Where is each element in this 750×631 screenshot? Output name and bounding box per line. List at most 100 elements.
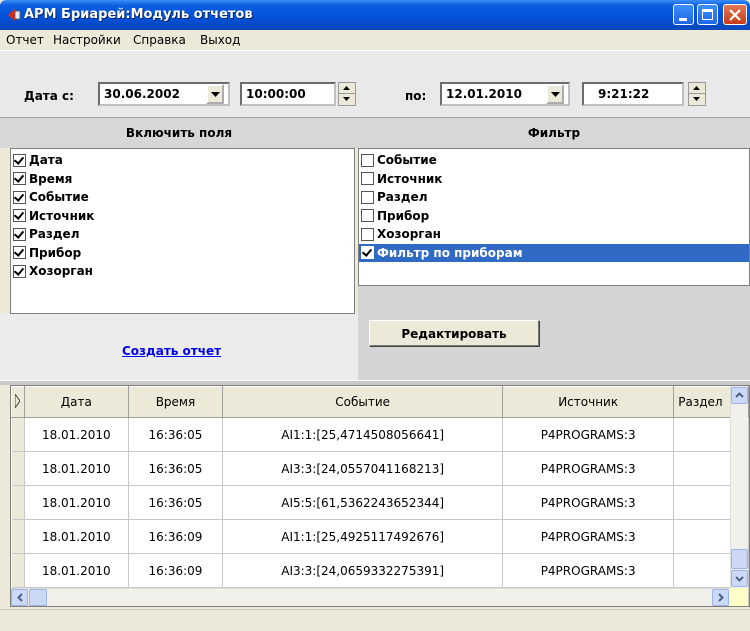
table-cell[interactable]: AI1:1:[25,4714508056641]	[222, 417, 504, 452]
table-cell[interactable]: P4PROGRAMS:3	[502, 451, 675, 486]
date-to-value: 12.01.2010	[446, 87, 522, 101]
date-from-dropdown-button[interactable]	[206, 84, 224, 104]
table-cell[interactable]: 16:36:05	[128, 451, 224, 486]
status-bar	[0, 609, 750, 631]
scroll-down-button[interactable]	[731, 570, 748, 587]
minimize-button[interactable]	[673, 4, 694, 25]
filter-item[interactable]: Событие	[359, 151, 749, 170]
fields-panel-title: Включить поля	[0, 118, 358, 148]
column-header-event[interactable]: Событие	[222, 386, 504, 418]
menu-help[interactable]: Справка	[133, 33, 186, 47]
filter-item[interactable]: Хозорган	[359, 225, 749, 244]
spin-up-icon[interactable]	[339, 83, 355, 94]
checkbox-checked-icon[interactable]	[13, 172, 26, 186]
field-item[interactable]: Дата	[11, 151, 354, 170]
table-row[interactable]: 18.01.2010 16:36:09 AI3:3:[24,065933227539…	[11, 553, 749, 588]
field-item[interactable]: Время	[11, 170, 354, 189]
table-cell[interactable]: P4PROGRAMS:3	[502, 485, 675, 520]
table-row[interactable]: 18.01.2010 16:36:05 AI5:5:[61,536224365234…	[11, 485, 749, 520]
time-from-spinner[interactable]	[338, 82, 356, 106]
time-to-field[interactable]: 9:21:22	[582, 82, 684, 106]
scroll-thumb[interactable]	[731, 549, 748, 569]
filter-checklist[interactable]: Событие Источник Раздел Прибор Хозорган Фильт…	[358, 148, 750, 286]
column-header-time[interactable]: Время	[127, 386, 224, 418]
spin-down-icon[interactable]	[339, 94, 355, 105]
row-indicator[interactable]	[11, 451, 25, 486]
checkbox-checked-icon[interactable]	[13, 209, 26, 223]
fields-checklist[interactable]: Дата Время Событие Источник Раздел Прибор Хозо…	[10, 148, 355, 314]
table-cell[interactable]: P4PROGRAMS:3	[502, 519, 675, 554]
spin-down-icon[interactable]	[689, 94, 705, 105]
row-indicator[interactable]	[11, 417, 25, 452]
field-item-label: Хозорган	[29, 264, 93, 279]
table-cell[interactable]: 18.01.2010	[24, 519, 129, 554]
field-item[interactable]: Хозорган	[11, 262, 354, 281]
field-item[interactable]: Источник	[11, 207, 354, 226]
filter-item[interactable]: Фильтр по приборам	[359, 243, 749, 262]
table-cell[interactable]: 18.01.2010	[24, 451, 129, 486]
column-header-source[interactable]: Источник	[502, 386, 675, 418]
app-icon	[8, 9, 21, 21]
table-row[interactable]: 18.01.2010 16:36:05 AI1:1:[25,471450805664…	[11, 417, 749, 452]
filter-item-label: Событие	[377, 153, 437, 168]
minimize-icon	[679, 18, 687, 21]
checkbox-checked-icon[interactable]	[13, 264, 26, 278]
field-item[interactable]: Прибор	[11, 244, 354, 263]
menu-report[interactable]: Отчет	[6, 33, 44, 47]
scroll-left-button[interactable]	[11, 589, 28, 606]
checkbox-unchecked-icon[interactable]	[361, 190, 374, 204]
checkbox-unchecked-icon[interactable]	[361, 153, 374, 167]
scroll-right-button[interactable]	[712, 589, 729, 606]
checkbox-checked-icon[interactable]	[13, 227, 26, 241]
row-indicator[interactable]	[11, 519, 25, 554]
filter-item[interactable]: Источник	[359, 170, 749, 189]
create-report-link[interactable]: Создать отчет	[122, 344, 221, 358]
row-indicator[interactable]	[11, 553, 25, 588]
column-header-date[interactable]: Дата	[23, 386, 129, 418]
field-item[interactable]: Раздел	[11, 225, 354, 244]
edit-filter-button[interactable]: Редактировать	[369, 320, 539, 346]
checkbox-unchecked-icon[interactable]	[361, 227, 374, 241]
table-row[interactable]: 18.01.2010 16:36:05 AI3:3:[24,055704116821…	[11, 451, 749, 486]
table-cell[interactable]: AI3:3:[24,0557041168213]	[222, 451, 504, 486]
maximize-button[interactable]	[697, 4, 718, 25]
checkbox-checked-icon[interactable]	[361, 246, 374, 260]
menu-settings[interactable]: Настройки	[53, 33, 121, 47]
checkbox-unchecked-icon[interactable]	[361, 172, 374, 186]
report-grid[interactable]: Дата Время Событие Источник Раздел 18.01…	[10, 385, 750, 607]
table-cell[interactable]: 16:36:05	[128, 417, 224, 452]
table-cell[interactable]: AI1:1:[25,4925117492676]	[222, 519, 504, 554]
time-to-spinner[interactable]	[688, 82, 706, 106]
table-cell[interactable]: 18.01.2010	[24, 553, 129, 588]
table-row[interactable]: 18.01.2010 16:36:09 AI1:1:[25,492511749267…	[11, 519, 749, 554]
filter-item[interactable]: Прибор	[359, 207, 749, 226]
date-to-dropdown-button[interactable]	[546, 84, 564, 104]
checkbox-checked-icon[interactable]	[13, 246, 26, 260]
checkbox-checked-icon[interactable]	[13, 190, 26, 204]
scroll-h-thumb[interactable]	[29, 589, 47, 606]
table-cell[interactable]: 16:36:05	[128, 485, 224, 520]
grid-left-margin	[0, 385, 10, 607]
table-cell[interactable]: 18.01.2010	[24, 485, 129, 520]
row-indicator[interactable]	[11, 485, 25, 520]
filter-item-label: Прибор	[377, 208, 430, 223]
close-button[interactable]	[723, 4, 747, 25]
table-cell[interactable]: 16:36:09	[128, 519, 224, 554]
scroll-up-button[interactable]	[731, 387, 748, 404]
checkbox-checked-icon[interactable]	[13, 153, 26, 167]
field-item[interactable]: Событие	[11, 188, 354, 207]
table-cell[interactable]: 16:36:09	[128, 553, 224, 588]
table-cell[interactable]: P4PROGRAMS:3	[502, 417, 675, 452]
checkbox-unchecked-icon[interactable]	[361, 209, 374, 223]
table-cell[interactable]: AI5:5:[61,5362243652344]	[222, 485, 504, 520]
menu-exit[interactable]: Выход	[200, 33, 240, 47]
time-from-field[interactable]: 10:00:00	[240, 82, 336, 106]
horizontal-scrollbar[interactable]	[11, 588, 730, 606]
table-cell[interactable]: AI3:3:[24,0659332275391]	[222, 553, 504, 588]
chevron-down-icon	[735, 576, 744, 582]
vertical-scrollbar[interactable]	[730, 386, 748, 588]
spin-up-icon[interactable]	[689, 83, 705, 94]
table-cell[interactable]: P4PROGRAMS:3	[502, 553, 675, 588]
filter-item[interactable]: Раздел	[359, 188, 749, 207]
table-cell[interactable]: 18.01.2010	[24, 417, 129, 452]
